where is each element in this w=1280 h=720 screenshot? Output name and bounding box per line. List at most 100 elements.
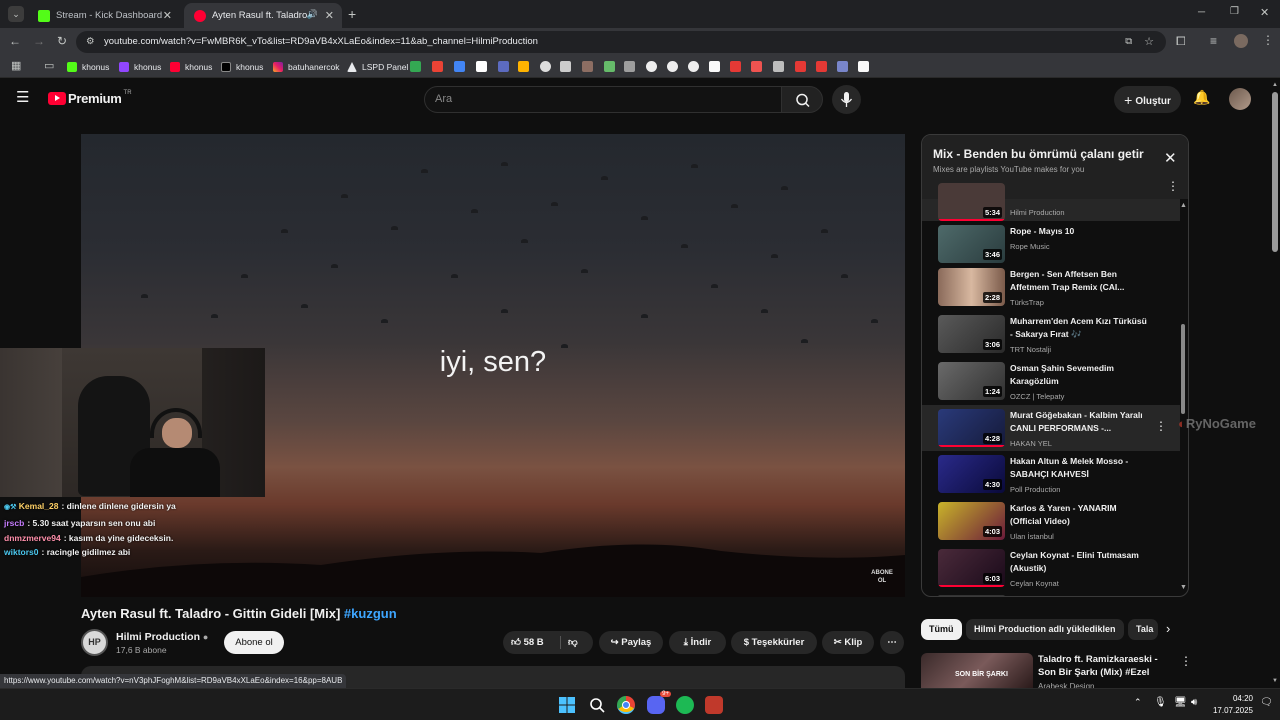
page-scrollbar-thumb[interactable]	[1272, 92, 1278, 252]
minimize-icon[interactable]: ─	[1198, 7, 1205, 18]
bookmark-kick-khonus[interactable]: khonus	[67, 60, 109, 74]
tray-microphone-icon[interactable]: 🎙︎	[1154, 697, 1167, 708]
bookmark-site-icon[interactable]	[518, 61, 529, 72]
page-scrollbar[interactable]: ▲ ▼	[1270, 78, 1280, 688]
thanks-button[interactable]: $ Teşekkürler	[731, 631, 817, 654]
close-playlist-icon[interactable]: ✕	[1164, 149, 1177, 167]
recommended-menu-icon[interactable]: ⋮	[1180, 654, 1192, 668]
bookmark-star-icon[interactable]: ☆	[1144, 31, 1154, 53]
chip-related[interactable]: Tala	[1128, 619, 1158, 640]
playlist-item[interactable]: 6:03 Ceylan Koynat - Elini Tutmasam (Aku…	[922, 549, 1180, 595]
folder-icon[interactable]: ▭	[44, 59, 54, 72]
create-button[interactable]: + Oluştur	[1114, 86, 1181, 113]
bookmark-site-icon[interactable]	[604, 61, 615, 72]
hashtag-link[interactable]: #kuzgun	[344, 606, 397, 621]
bookmark-site-icon[interactable]	[582, 61, 593, 72]
tray-overflow-icon[interactable]: ⌃	[1134, 697, 1142, 708]
recommended-title[interactable]: Taladro ft. Ramizkaraeski - Son Bir Şark…	[1038, 653, 1176, 679]
bookmark-site-icon[interactable]	[816, 61, 827, 72]
notification-center-icon[interactable]: 🗨︎	[1260, 697, 1273, 708]
dislike-button[interactable]: 👎︎	[568, 631, 578, 654]
mix-title[interactable]: Mix - Benden bu ömrümü çalanı getir	[933, 147, 1144, 161]
share-button[interactable]: ↪ Paylaş	[599, 631, 663, 654]
speaker-icon[interactable]: 🔊	[307, 9, 318, 20]
scroll-down-icon[interactable]: ▼	[1180, 584, 1187, 591]
spotify-taskbar-icon[interactable]	[676, 696, 694, 714]
clip-button[interactable]: ✂ Klip	[822, 631, 874, 654]
extensions-icon[interactable]: ⧠	[1176, 34, 1186, 49]
voice-search-button[interactable]	[832, 85, 861, 114]
bookmark-gmail-icon[interactable]	[454, 61, 465, 72]
bookmark-lspd-panel[interactable]: LSPD Panel	[347, 60, 408, 74]
bookmark-site-icon[interactable]	[773, 61, 784, 72]
bookmark-instagram-batuhanercok[interactable]: batuhanercok	[273, 60, 340, 74]
bookmark-site-icon[interactable]	[837, 61, 848, 72]
channel-name[interactable]: Hilmi Production ●	[116, 631, 208, 643]
bookmark-site-icon[interactable]	[688, 61, 699, 72]
bookmark-site-icon[interactable]	[560, 61, 571, 72]
page-scroll-up-icon[interactable]: ▲	[1272, 82, 1278, 88]
search-button[interactable]	[781, 86, 823, 113]
bookmark-site-icon[interactable]	[709, 61, 720, 72]
chip-channel-uploads[interactable]: Hilmi Production adlı yüklediklen	[966, 619, 1124, 640]
bookmark-site-icon[interactable]	[540, 61, 551, 72]
windows-start-icon[interactable]	[558, 696, 576, 714]
playlist-item-hovered[interactable]: 4:28 Murat Göğebakan - Kalbim Yaralı CAN…	[922, 405, 1180, 451]
close-tab-icon[interactable]: ✕	[163, 9, 172, 22]
download-button[interactable]: ⤓ İndir	[669, 631, 726, 654]
close-window-icon[interactable]: ✕	[1260, 6, 1269, 19]
app-taskbar-icon[interactable]	[705, 696, 723, 714]
playlist-menu-icon[interactable]: ⋮	[1167, 179, 1179, 193]
taskbar-search-icon[interactable]	[588, 696, 606, 714]
tray-volume-icon[interactable]: 🔊︎	[1191, 697, 1197, 708]
profile-avatar[interactable]	[1234, 34, 1248, 48]
search-input[interactable]: Ara	[424, 86, 782, 113]
menu-kebab-icon[interactable]: ⋮	[1262, 33, 1274, 47]
scrollbar-thumb[interactable]	[1181, 324, 1185, 414]
forward-icon[interactable]: →	[33, 34, 45, 48]
bookmark-gmail-icon[interactable]	[410, 61, 421, 72]
chrome-taskbar-icon[interactable]	[617, 696, 635, 714]
chip-all[interactable]: Tümü	[921, 619, 962, 640]
recommended-thumbnail[interactable]: SON BİR ŞARKI	[921, 653, 1033, 688]
bookmark-site-icon[interactable]	[795, 61, 806, 72]
bookmark-youtube-khonus[interactable]: khonus	[170, 60, 212, 74]
playlist-scrollbar[interactable]: ▲ ▼	[1180, 202, 1187, 591]
media-control-icon[interactable]: ≡	[1210, 34, 1217, 48]
page-scroll-down-icon[interactable]: ▼	[1272, 678, 1278, 684]
restore-icon[interactable]: ❐	[1230, 6, 1239, 17]
bookmark-site-icon[interactable]	[498, 61, 509, 72]
account-avatar[interactable]	[1229, 88, 1251, 110]
discord-taskbar-icon[interactable]: 9+	[647, 691, 671, 714]
tray-network-icon[interactable]: 🖥︎	[1174, 697, 1187, 708]
chips-next-icon[interactable]: ›	[1166, 621, 1170, 636]
playlist-item[interactable]: 1:24 Osman Şahin Sevemedim Karagözlüm OZ…	[922, 362, 1180, 408]
like-button[interactable]: 👍︎ 58 B	[511, 631, 561, 654]
playlist-item[interactable]: 4:03 Karlos & Yaren - YANARIM (Official …	[922, 502, 1180, 548]
bookmark-twitch-khonus[interactable]: khonus	[119, 60, 161, 74]
youtube-premium-logo[interactable]: Premium TR	[48, 90, 132, 106]
bookmark-site-icon[interactable]	[476, 61, 487, 72]
new-tab-icon[interactable]: +	[348, 6, 356, 22]
cast-icon[interactable]: ⧉	[1125, 31, 1132, 53]
playlist-item[interactable]: 3:06 Muharrem'den Acem Kızı Türküsü - Sa…	[922, 315, 1180, 361]
subscribe-button[interactable]: Abone ol	[224, 631, 284, 654]
bookmark-x-khonus[interactable]: khonus	[221, 60, 263, 74]
hamburger-menu-icon[interactable]: ☰	[16, 88, 29, 106]
bookmark-site-icon[interactable]	[624, 61, 635, 72]
bookmark-gmail-icon[interactable]	[432, 61, 443, 72]
notifications-bell-icon[interactable]: 🔔	[1193, 89, 1210, 106]
playlist-item[interactable]: 5:34 Hilmi Production	[922, 183, 1180, 221]
bookmark-site-icon[interactable]	[730, 61, 741, 72]
scroll-up-icon[interactable]: ▲	[1180, 202, 1187, 209]
reload-icon[interactable]: ↻	[57, 34, 67, 48]
item-menu-icon[interactable]: ⋮	[1155, 419, 1167, 433]
more-actions-button[interactable]: ⋯	[880, 631, 904, 654]
back-icon[interactable]: ←	[9, 34, 21, 48]
tab-youtube-video[interactable]: Ayten Rasul ft. Taladro - Git 🔊 ✕	[184, 3, 342, 28]
apps-grid-icon[interactable]: ▦	[11, 59, 21, 72]
tab-search-icon[interactable]: ⌄	[8, 6, 24, 22]
playlist-item[interactable]: 2:28 Bergen - Sen Affetsen Ben Affetmem …	[922, 268, 1180, 314]
bookmark-site-icon[interactable]	[858, 61, 869, 72]
playlist-item[interactable]: 4:30 Hakan Altun & Melek Mosso - SABAHÇI…	[922, 455, 1180, 501]
